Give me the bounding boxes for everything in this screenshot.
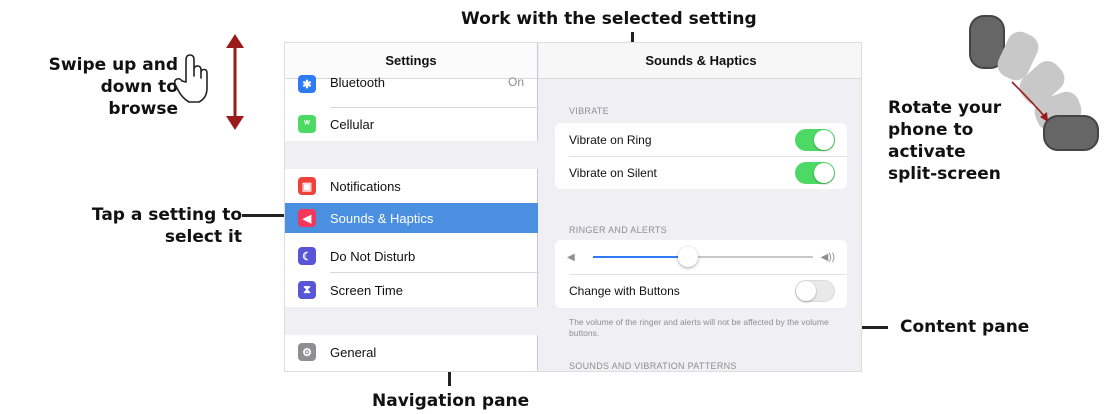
sidebar-item-general[interactable]: ⚙ General (285, 337, 538, 367)
slider-thumb[interactable] (677, 247, 698, 267)
ringer-section-label: RINGER AND ALERTS (569, 225, 667, 235)
sidebar-item-label: Bluetooth (330, 75, 385, 90)
content-pane: Sounds & Haptics VIBRATE Vibrate on Ring… (539, 43, 861, 371)
swipe-callout-line1: Swipe up and (48, 55, 178, 75)
vibrate-on-ring-toggle[interactable] (795, 129, 835, 151)
hand-pointer-icon (173, 54, 208, 103)
vertical-double-arrow-icon (226, 34, 244, 130)
ringer-footnote: The volume of the ringer and alerts will… (569, 317, 829, 338)
content-pane-callout: Content pane (900, 317, 1030, 337)
vibrate-on-silent-row: Vibrate on Silent (555, 157, 847, 189)
tap-callout: Tap a setting to select it (64, 204, 242, 248)
bluetooth-icon: ✱ (298, 75, 316, 93)
swipe-callout: Swipe up and down to browse (32, 54, 178, 120)
sidebar-item-label: Screen Time (330, 282, 403, 298)
navigation-pane: Settings ✱ Bluetooth On ʷ Cellular ▣ Not… (285, 43, 583, 371)
navigation-pane-callout: Navigation pane (372, 391, 530, 411)
vibrate-on-ring-label: Vibrate on Ring (569, 133, 652, 147)
vibrate-on-ring-row: Vibrate on Ring (555, 124, 847, 156)
sidebar-item-label: General (330, 344, 377, 360)
vibrate-on-silent-label: Vibrate on Silent (569, 166, 657, 180)
content-title: Sounds & Haptics (539, 43, 861, 79)
sidebar-item-cellular[interactable]: ʷ Cellular (285, 109, 538, 139)
selected-setting-callout: Work with the selected setting (461, 9, 757, 29)
sidebar-item-label: Cellular (330, 116, 375, 132)
ringer-volume-slider[interactable] (593, 247, 813, 267)
sidebar-item-label: Sounds & Haptics (330, 210, 434, 226)
ipad-screenshot: Settings ✱ Bluetooth On ʷ Cellular ▣ Not… (284, 42, 862, 372)
slider-fill (593, 256, 688, 258)
change-with-buttons-toggle[interactable] (795, 280, 835, 302)
volume-low-icon: ◀ (567, 251, 575, 263)
sidebar-item-sounds-haptics[interactable]: ◀ Sounds & Haptics (285, 203, 538, 233)
sidebar-item-screen-time[interactable]: ⧗ Screen Time (285, 275, 538, 305)
patterns-section-label: SOUNDS AND VIBRATION PATTERNS (569, 361, 737, 371)
swipe-callout-line2: down to browse (100, 77, 178, 119)
notifications-icon: ▣ (298, 177, 316, 195)
sounds-icon: ◀ (298, 209, 316, 227)
cellular-icon: ʷ (298, 115, 316, 133)
tap-callout-line1: Tap a setting to (91, 205, 242, 225)
change-with-buttons-label: Change with Buttons (569, 284, 680, 298)
section-gap (285, 141, 538, 169)
volume-high-icon: ◀)) (820, 251, 835, 263)
hourglass-icon: ⧗ (298, 281, 316, 299)
vibrate-section-label: VIBRATE (569, 106, 609, 116)
section-gap (285, 307, 538, 335)
sidebar-item-notifications[interactable]: ▣ Notifications (285, 171, 538, 201)
tap-leader (242, 214, 290, 217)
gear-icon: ⚙ (298, 343, 316, 361)
moon-icon: ☾ (298, 247, 316, 265)
sidebar-item-label: Do Not Disturb (330, 248, 416, 264)
vibrate-group: Vibrate on Ring Vibrate on Silent (555, 123, 847, 189)
bluetooth-status: On (507, 75, 524, 89)
change-with-buttons-row: Change with Buttons (555, 275, 847, 307)
rotate-phone-icon (969, 15, 1099, 151)
ringer-volume-row: ◀ ◀)) (555, 241, 847, 273)
sidebar-item-label: Notifications (330, 178, 401, 194)
ringer-group: ◀ ◀)) Change with Buttons (555, 240, 847, 308)
sidebar-item-bluetooth[interactable]: ✱ Bluetooth On (285, 73, 538, 107)
tap-callout-line2: select it (164, 227, 242, 247)
vibrate-on-silent-toggle[interactable] (795, 162, 835, 184)
sidebar-item-do-not-disturb[interactable]: ☾ Do Not Disturb (285, 241, 538, 271)
